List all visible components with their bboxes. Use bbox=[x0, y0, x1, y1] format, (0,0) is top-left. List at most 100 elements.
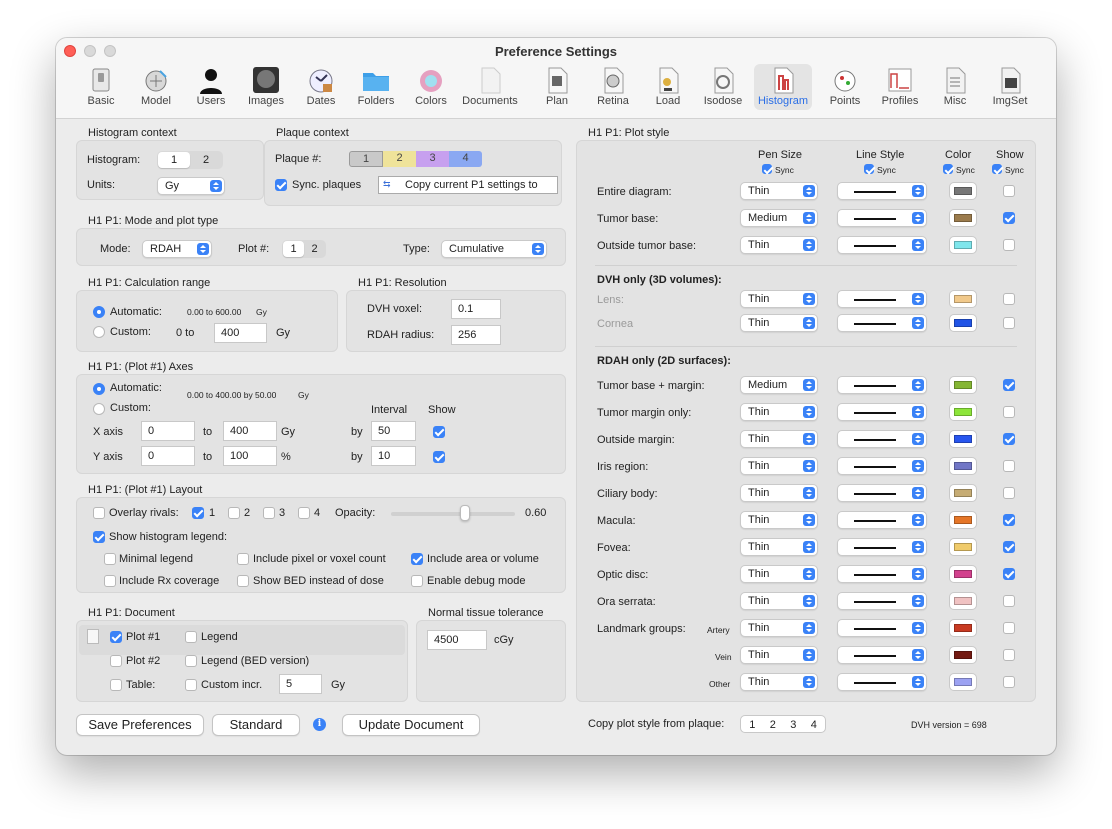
minimal-legend-checkbox[interactable] bbox=[104, 553, 116, 565]
plot-segment[interactable]: 1 2 bbox=[282, 240, 326, 258]
color-swatch[interactable] bbox=[949, 538, 977, 556]
line-sync-checkbox[interactable] bbox=[864, 164, 874, 174]
show-checkbox[interactable] bbox=[1003, 595, 1015, 607]
y-show-checkbox[interactable] bbox=[433, 451, 445, 463]
line-style-popup[interactable] bbox=[837, 484, 927, 502]
pen-size-popup[interactable]: Thin bbox=[740, 484, 818, 502]
color-swatch[interactable] bbox=[949, 646, 977, 664]
plot1-checkbox[interactable] bbox=[110, 631, 122, 643]
show-legend-checkbox[interactable] bbox=[93, 531, 105, 543]
toolbar-item-points[interactable]: Points bbox=[816, 64, 874, 110]
rival-1-checkbox[interactable] bbox=[192, 507, 204, 519]
line-style-popup[interactable] bbox=[837, 290, 927, 308]
show-bed-checkbox[interactable] bbox=[237, 575, 249, 587]
plaque-3[interactable]: 3 bbox=[416, 151, 449, 167]
mode-popup[interactable]: RDAH bbox=[142, 240, 212, 258]
rival-3-checkbox[interactable] bbox=[263, 507, 275, 519]
toolbar-item-basic[interactable]: Basic bbox=[72, 64, 130, 110]
color-swatch[interactable] bbox=[949, 236, 977, 254]
show-sync-checkbox[interactable] bbox=[992, 164, 1002, 174]
show-checkbox[interactable] bbox=[1003, 212, 1015, 224]
toolbar-item-histogram[interactable]: Histogram bbox=[754, 64, 812, 110]
pen-size-popup[interactable]: Thin bbox=[740, 538, 818, 556]
color-sync-checkbox[interactable] bbox=[943, 164, 953, 174]
copy-style-plaque-segment[interactable]: 1 2 3 4 bbox=[740, 715, 826, 733]
line-style-popup[interactable] bbox=[837, 182, 927, 200]
line-style-popup[interactable] bbox=[837, 646, 927, 664]
calc-to-field[interactable]: 400 bbox=[214, 323, 267, 343]
line-style-popup[interactable] bbox=[837, 592, 927, 610]
line-style-popup[interactable] bbox=[837, 565, 927, 583]
opacity-slider-knob[interactable] bbox=[460, 505, 471, 521]
line-style-popup[interactable] bbox=[837, 673, 927, 691]
toolbar-item-imgset[interactable]: ImgSet bbox=[981, 64, 1039, 110]
rival-4-checkbox[interactable] bbox=[298, 507, 310, 519]
sync-plaques-checkbox[interactable] bbox=[275, 179, 287, 191]
show-checkbox[interactable] bbox=[1003, 676, 1015, 688]
show-checkbox[interactable] bbox=[1003, 433, 1015, 445]
show-checkbox[interactable] bbox=[1003, 293, 1015, 305]
color-swatch[interactable] bbox=[949, 592, 977, 610]
toolbar-item-images[interactable]: Images bbox=[237, 64, 295, 110]
show-checkbox[interactable] bbox=[1003, 514, 1015, 526]
copy-style-plaque-2[interactable]: 2 bbox=[763, 717, 784, 731]
line-style-popup[interactable] bbox=[837, 236, 927, 254]
color-swatch[interactable] bbox=[949, 619, 977, 637]
toolbar-item-dates[interactable]: Dates bbox=[292, 64, 350, 110]
toolbar-item-colors[interactable]: Colors bbox=[402, 64, 460, 110]
toolbar-item-users[interactable]: Users bbox=[182, 64, 240, 110]
color-swatch[interactable] bbox=[949, 565, 977, 583]
copy-style-plaque-4[interactable]: 4 bbox=[804, 717, 825, 731]
copy-settings-button[interactable]: ⇆ Copy current P1 settings to bbox=[378, 176, 558, 194]
toolbar-item-folders[interactable]: Folders bbox=[347, 64, 405, 110]
toolbar-item-isodose[interactable]: Isodose bbox=[694, 64, 752, 110]
pen-size-popup[interactable]: Thin bbox=[740, 592, 818, 610]
pen-size-popup[interactable]: Thin bbox=[740, 290, 818, 308]
custom-incr-field[interactable]: 5 bbox=[279, 674, 322, 694]
toolbar-item-plan[interactable]: Plan bbox=[528, 64, 586, 110]
show-checkbox[interactable] bbox=[1003, 406, 1015, 418]
color-swatch[interactable] bbox=[949, 673, 977, 691]
color-swatch[interactable] bbox=[949, 511, 977, 529]
pen-size-popup[interactable]: Thin bbox=[740, 182, 818, 200]
toolbar-item-model[interactable]: Model bbox=[127, 64, 185, 110]
overlay-rivals-checkbox[interactable] bbox=[93, 507, 105, 519]
pen-size-popup[interactable]: Thin bbox=[740, 646, 818, 664]
show-checkbox[interactable] bbox=[1003, 568, 1015, 580]
pen-size-popup[interactable]: Thin bbox=[740, 619, 818, 637]
update-document-button[interactable]: Update Document bbox=[342, 714, 480, 736]
toolbar-item-load[interactable]: Load bbox=[639, 64, 697, 110]
line-style-popup[interactable] bbox=[837, 314, 927, 332]
color-swatch[interactable] bbox=[949, 209, 977, 227]
legend-checkbox[interactable] bbox=[185, 631, 197, 643]
pen-size-popup[interactable]: Thin bbox=[740, 673, 818, 691]
pen-size-popup[interactable]: Thin bbox=[740, 236, 818, 254]
plaque-2[interactable]: 2 bbox=[383, 151, 416, 167]
toolbar-item-retina[interactable]: Retina bbox=[584, 64, 642, 110]
opacity-slider[interactable] bbox=[391, 512, 515, 516]
line-style-popup[interactable] bbox=[837, 619, 927, 637]
color-swatch[interactable] bbox=[949, 457, 977, 475]
type-popup[interactable]: Cumulative bbox=[441, 240, 547, 258]
units-popup[interactable]: Gy bbox=[157, 177, 225, 195]
pen-size-popup[interactable]: Medium bbox=[740, 376, 818, 394]
custom-incr-checkbox[interactable] bbox=[185, 679, 197, 691]
rival-2-checkbox[interactable] bbox=[228, 507, 240, 519]
axes-custom-radio[interactable] bbox=[93, 403, 105, 415]
copy-style-plaque-3[interactable]: 3 bbox=[783, 717, 804, 731]
line-style-popup[interactable] bbox=[837, 209, 927, 227]
histogram-seg-2[interactable]: 2 bbox=[190, 152, 222, 168]
table-checkbox[interactable] bbox=[110, 679, 122, 691]
info-icon[interactable]: i bbox=[313, 718, 326, 731]
color-swatch[interactable] bbox=[949, 290, 977, 308]
plot-seg-1[interactable]: 1 bbox=[283, 241, 304, 257]
pen-size-popup[interactable]: Thin bbox=[740, 457, 818, 475]
line-style-popup[interactable] bbox=[837, 538, 927, 556]
pen-size-popup[interactable]: Thin bbox=[740, 403, 818, 421]
color-swatch[interactable] bbox=[949, 484, 977, 502]
include-count-checkbox[interactable] bbox=[237, 553, 249, 565]
color-swatch[interactable] bbox=[949, 376, 977, 394]
show-checkbox[interactable] bbox=[1003, 541, 1015, 553]
copy-style-plaque-1[interactable]: 1 bbox=[742, 717, 763, 731]
voxel-field[interactable]: 0.1 bbox=[451, 299, 501, 319]
